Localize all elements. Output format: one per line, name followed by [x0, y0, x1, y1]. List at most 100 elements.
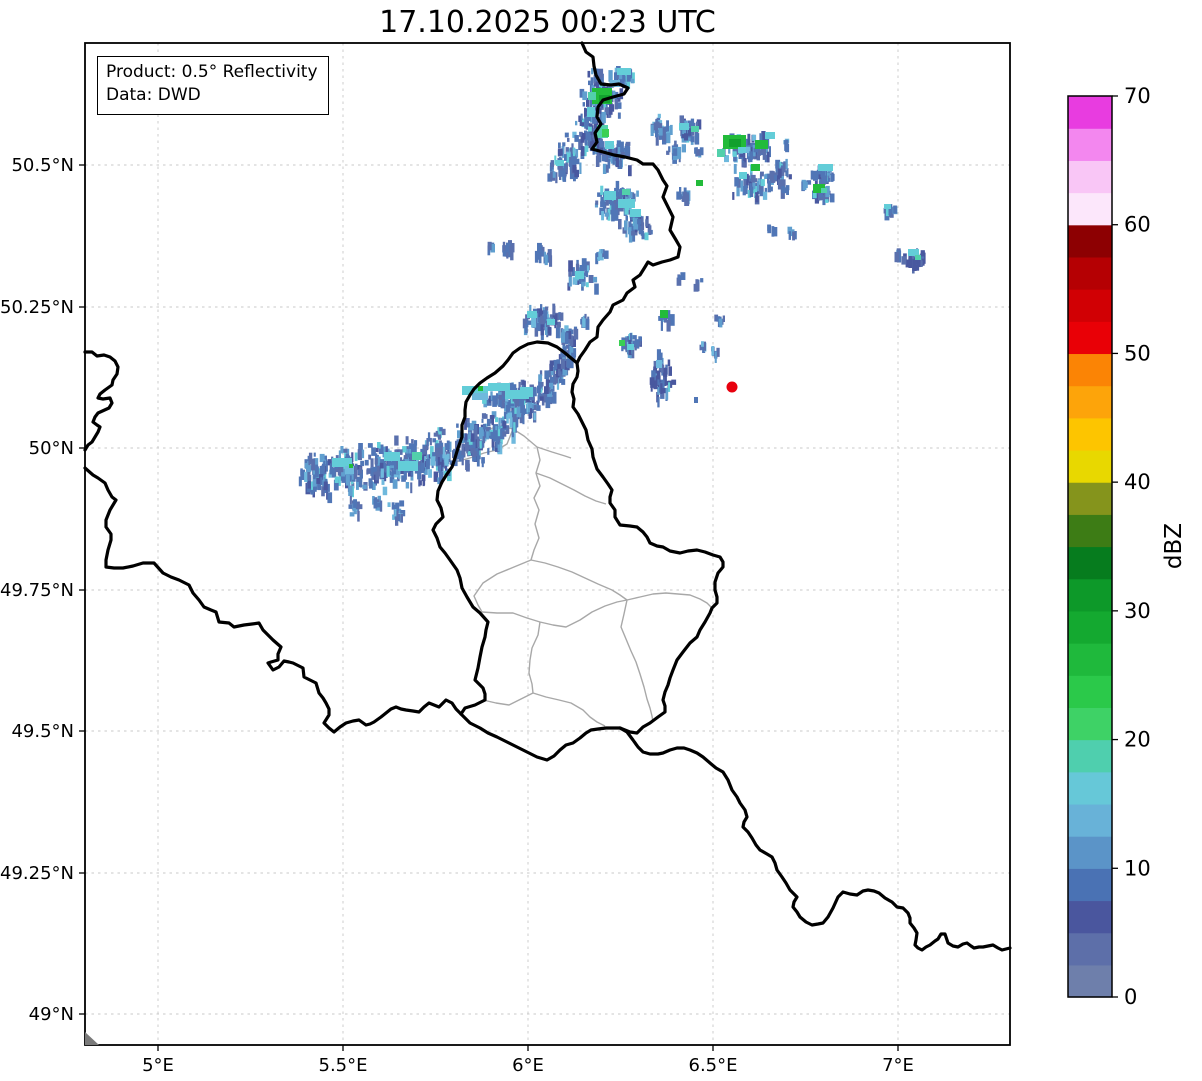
radar-echo-pixel [634, 345, 637, 351]
radar-echo-pixel [313, 474, 316, 480]
radar-echo-pixel [543, 310, 548, 320]
radar-echo-pixel [400, 513, 403, 523]
radar-echo-pixel [502, 421, 507, 429]
radar-echo-pixel [457, 430, 461, 439]
radar-echo-pixel [820, 171, 825, 177]
data-source-label: Data: DWD [106, 85, 201, 106]
colorbar-segment [1068, 803, 1112, 837]
radar-echo-core [398, 461, 418, 471]
radar-echo-pixel [608, 70, 613, 82]
radar-echo-pixel [341, 476, 346, 483]
colorbar-segment [1068, 546, 1112, 580]
radar-echo-pixel [372, 466, 378, 472]
x-tick-label: 5.5°E [319, 1055, 368, 1076]
radar-echo-pixel [441, 428, 446, 436]
radar-echo-pixel [437, 457, 440, 466]
colorbar-segment [1068, 610, 1112, 644]
radar-echo-pixel [394, 435, 399, 446]
border-france-germany [618, 726, 1012, 952]
radar-echo-pixel [359, 466, 362, 474]
radar-echo-pixel [558, 142, 561, 149]
radar-echo-pixel [656, 370, 661, 380]
colorbar-segment [1068, 868, 1112, 902]
radar-echo-pixel [538, 381, 541, 393]
radar-echo-pixel [422, 478, 425, 487]
y-tick-label: 49°N [29, 1004, 74, 1025]
radar-echo-pixel [374, 458, 378, 465]
canton-border-line [528, 621, 541, 694]
radar-echo-pixel [430, 456, 436, 466]
radar-echo-pixel [552, 391, 557, 404]
radar-echo-pixel [617, 112, 621, 119]
radar-echo-pixel [399, 500, 405, 507]
radar-echo-pixel [313, 452, 316, 457]
colorbar-segment [1068, 160, 1112, 194]
canton-border-line [481, 599, 628, 628]
radar-echo-pixel [766, 151, 770, 163]
radar-echo-pixel [482, 423, 486, 430]
radar-echo-pixel [356, 481, 359, 490]
radar-echo-pixel [360, 460, 364, 467]
radar-echo-pixel [767, 224, 772, 234]
colorbar-segment [1068, 224, 1112, 258]
radar-echo-pixel [590, 77, 594, 86]
grid-lines [85, 43, 1010, 1045]
radar-echo-pixel [788, 174, 792, 180]
radar-echo-pixel [417, 472, 422, 480]
radar-echo-pixel [701, 341, 704, 347]
axes-frame [84, 42, 1011, 1046]
radar-echo-pixel [377, 502, 382, 508]
radar-echo-pixel [756, 181, 760, 192]
radar-echo-pixel [307, 472, 310, 481]
radar-echo-pixel [819, 193, 823, 198]
radar-echo-pixel [760, 179, 765, 187]
radar-echo-pixel [600, 249, 604, 254]
radar-echo-pixel [893, 205, 897, 214]
radar-echo-pixel [666, 320, 671, 332]
radar-echo-pixel [348, 504, 352, 509]
radar-echo-pixel [481, 457, 485, 464]
radar-echo-pixel [587, 70, 591, 78]
radar-echo-pixel [596, 252, 599, 258]
radar-echo-pixel [359, 478, 363, 488]
radar-echo-pixel [362, 484, 367, 489]
radar-echo-pixel [567, 137, 570, 142]
radar-echo-pixel [544, 254, 548, 266]
radar-echo-pixel [544, 306, 549, 311]
radar-echo-pixel [487, 448, 490, 455]
colorbar-segment [1068, 449, 1112, 483]
radar-echo-pixel [509, 417, 513, 428]
radar-echo-pixel [628, 165, 632, 177]
radar-echo-pixel [544, 370, 550, 379]
radar-echo-pixel [681, 144, 686, 153]
radar-echo-pixel [582, 318, 586, 328]
radar-echo-pixel [649, 377, 655, 385]
radar-echo-core [575, 271, 584, 279]
radar-echo-pixel [741, 162, 747, 167]
radar-echo-pixel [334, 476, 339, 483]
radar-echo-pixel [584, 139, 588, 146]
radar-echo-pixel [533, 404, 537, 411]
radar-echo-pixel [618, 219, 622, 230]
radar-echo-pixel [354, 452, 358, 462]
colorbar: 0 10 20 30 40 50 60 70 [1067, 84, 1151, 1009]
radar-echo-pixel [323, 460, 326, 466]
radar-echo-pixel [510, 251, 514, 261]
radar-echo-core [660, 310, 668, 318]
radar-echo-pixel [662, 129, 666, 142]
canton-border-line [626, 592, 713, 609]
radar-echo-core [349, 464, 353, 468]
canton-borders [454, 425, 713, 727]
radar-echo-pixel [894, 251, 899, 263]
radar-echo-pixel [545, 396, 551, 409]
radar-echo-pixel [695, 279, 699, 285]
radar-echo-pixel [320, 477, 323, 486]
radar-echo-pixel [536, 252, 540, 257]
radar-echo-pixel [575, 120, 578, 126]
radar-echo-pixel [533, 412, 536, 421]
radar-echo-core [765, 132, 775, 139]
radar-echo-pixel [497, 444, 501, 452]
radar-echo-core [630, 209, 641, 217]
radar-echo-pixel [366, 469, 369, 475]
radar-echo-pixel [555, 327, 560, 339]
